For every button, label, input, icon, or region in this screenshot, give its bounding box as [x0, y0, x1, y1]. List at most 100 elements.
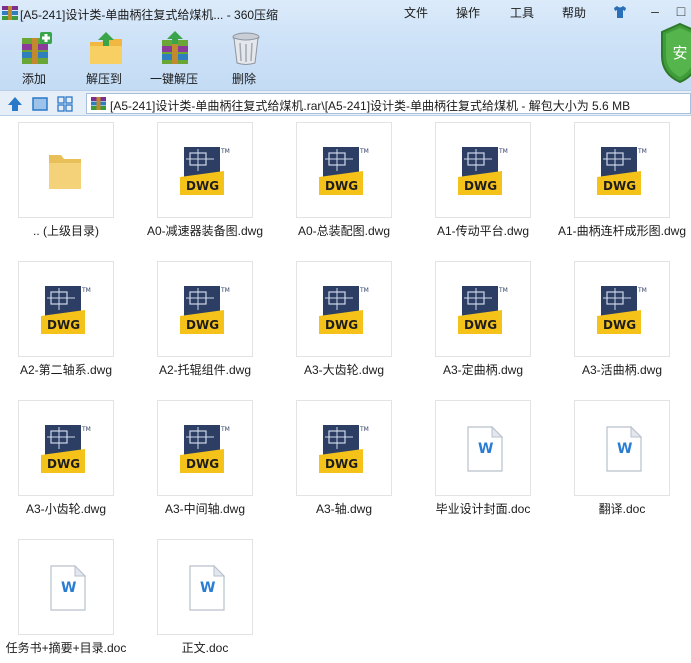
dwg-file-icon: DWG TM: [458, 147, 508, 195]
file-thumbnail: DWG TM: [435, 261, 531, 357]
file-item[interactable]: DWG TM A0-减速器装备图.dwg: [139, 117, 279, 247]
dwg-label-text: DWG: [603, 318, 636, 332]
dwg-label-text: DWG: [325, 179, 358, 193]
file-name: A3-中间轴.dwg: [164, 502, 246, 516]
file-item[interactable]: DWG TM A3-小齿轮.dwg: [0, 395, 140, 525]
dwg-label-text: DWG: [47, 318, 80, 332]
trademark-text: TM: [498, 287, 508, 294]
add-button[interactable]: 添加: [4, 30, 64, 88]
trademark-text: TM: [220, 426, 230, 433]
word-letter-text: W: [200, 580, 215, 596]
menu-tools[interactable]: 工具: [510, 4, 534, 21]
file-thumbnail: W: [18, 539, 114, 635]
address-bar: [A5-241]设计类-单曲柄往复式给煤机.rar\[A5-241]设计类-单曲…: [0, 90, 691, 116]
add-label: 添加: [21, 72, 46, 86]
file-item[interactable]: DWG TM A2-托辊组件.dwg: [139, 256, 279, 386]
dwg-file-icon: DWG TM: [319, 425, 369, 473]
file-thumbnail: DWG TM: [435, 122, 531, 218]
file-thumbnail: DWG TM: [574, 122, 670, 218]
file-item[interactable]: DWG TM A1-曲柄连杆成形图.dwg: [556, 117, 691, 247]
archive-path-text: [A5-241]设计类-单曲柄往复式给煤机.rar\[A5-241]设计类-单曲…: [110, 99, 631, 113]
file-item[interactable]: W 毕业设计封面.doc: [417, 395, 557, 525]
trademark-text: TM: [359, 287, 369, 294]
dwg-label-text: DWG: [464, 179, 497, 193]
large-icon-view-icon[interactable]: [31, 95, 49, 113]
maximize-button[interactable]: □: [672, 2, 690, 20]
security-shield-icon[interactable]: 安: [660, 22, 691, 84]
dwg-file-icon: DWG TM: [458, 286, 508, 334]
header-area: [A5-241]设计类-单曲柄往复式给煤机... - 360压缩 文件 操作 工…: [0, 0, 691, 90]
word-doc-icon: W: [189, 564, 226, 611]
word-letter-text: W: [61, 580, 76, 596]
up-arrow-icon[interactable]: [6, 95, 24, 113]
security-badge-text: 安: [672, 44, 687, 62]
word-doc-icon: W: [606, 425, 643, 472]
trademark-text: TM: [81, 426, 91, 433]
dwg-label-text: DWG: [186, 457, 219, 471]
file-item[interactable]: DWG TM A0-总装配图.dwg: [278, 117, 418, 247]
extract-to-label: 解压到: [85, 72, 122, 86]
grid-view-icon[interactable]: [56, 95, 74, 113]
file-item[interactable]: DWG TM A3-大齿轮.dwg: [278, 256, 418, 386]
file-thumbnail: DWG TM: [296, 261, 392, 357]
folder-icon: [49, 155, 81, 189]
skin-shirt-icon[interactable]: [612, 4, 628, 20]
add-archive-icon: [22, 32, 52, 64]
dwg-file-icon: DWG TM: [597, 286, 647, 334]
file-item[interactable]: W 正文.doc: [139, 534, 279, 663]
dwg-label-text: DWG: [47, 457, 80, 471]
file-item[interactable]: DWG TM A1-传动平台.dwg: [417, 117, 557, 247]
file-name: A0-总装配图.dwg: [297, 224, 391, 238]
file-name: A3-大齿轮.dwg: [303, 363, 385, 377]
file-thumbnail: DWG TM: [296, 400, 392, 496]
delete-label: 删除: [231, 72, 256, 86]
file-thumbnail: DWG TM: [157, 122, 253, 218]
word-doc-icon: W: [50, 564, 87, 611]
file-name: 翻译.doc: [598, 502, 646, 516]
file-thumbnail: DWG TM: [18, 400, 114, 496]
file-name: A1-传动平台.dwg: [436, 224, 530, 238]
file-item[interactable]: W 任务书+摘要+目录.doc: [0, 534, 140, 663]
trademark-text: TM: [498, 148, 508, 155]
file-name: 正文.doc: [181, 641, 229, 655]
path-field[interactable]: [A5-241]设计类-单曲柄往复式给煤机.rar\[A5-241]设计类-单曲…: [86, 93, 691, 114]
file-thumbnail: W: [574, 400, 670, 496]
menu-help[interactable]: 帮助: [562, 4, 586, 21]
file-thumbnail: W: [435, 400, 531, 496]
parent-folder-item[interactable]: .. (上级目录): [0, 117, 140, 247]
one-click-extract-button[interactable]: 一键解压: [144, 30, 204, 88]
trademark-text: TM: [220, 287, 230, 294]
file-thumbnail: DWG TM: [574, 261, 670, 357]
file-item[interactable]: DWG TM A3-活曲柄.dwg: [556, 256, 691, 386]
dwg-label-text: DWG: [325, 318, 358, 332]
dwg-label-text: DWG: [325, 457, 358, 471]
file-thumbnail: DWG TM: [296, 122, 392, 218]
dwg-file-icon: DWG TM: [41, 286, 91, 334]
minimize-button[interactable]: –: [646, 2, 664, 20]
file-name: .. (上级目录): [33, 224, 99, 238]
dwg-file-icon: DWG TM: [41, 425, 91, 473]
menu-operation[interactable]: 操作: [456, 4, 480, 21]
file-name: A3-活曲柄.dwg: [581, 363, 663, 377]
file-item[interactable]: DWG TM A3-定曲柄.dwg: [417, 256, 557, 386]
dwg-label-text: DWG: [464, 318, 497, 332]
file-item[interactable]: DWG TM A2-第二轴系.dwg: [0, 256, 140, 386]
file-name: A1-曲柄连杆成形图.dwg: [557, 224, 687, 238]
file-name: A2-托辊组件.dwg: [158, 363, 252, 377]
dwg-label-text: DWG: [186, 179, 219, 193]
file-name: A0-减速器装备图.dwg: [146, 224, 264, 238]
file-item[interactable]: DWG TM A3-中间轴.dwg: [139, 395, 279, 525]
word-doc-icon: W: [467, 425, 504, 472]
dwg-file-icon: DWG TM: [180, 147, 230, 195]
file-name: A3-轴.dwg: [315, 502, 373, 516]
file-item[interactable]: W 翻译.doc: [556, 395, 691, 525]
word-letter-text: W: [617, 441, 632, 457]
delete-button[interactable]: 删除: [214, 30, 274, 88]
menu-file[interactable]: 文件: [404, 4, 428, 21]
trademark-text: TM: [637, 148, 647, 155]
dwg-file-icon: DWG TM: [597, 147, 647, 195]
file-item[interactable]: DWG TM A3-轴.dwg: [278, 395, 418, 525]
file-name: 任务书+摘要+目录.doc: [5, 641, 127, 655]
one-click-extract-icon: [162, 31, 188, 64]
extract-to-button[interactable]: 解压到: [74, 30, 134, 88]
